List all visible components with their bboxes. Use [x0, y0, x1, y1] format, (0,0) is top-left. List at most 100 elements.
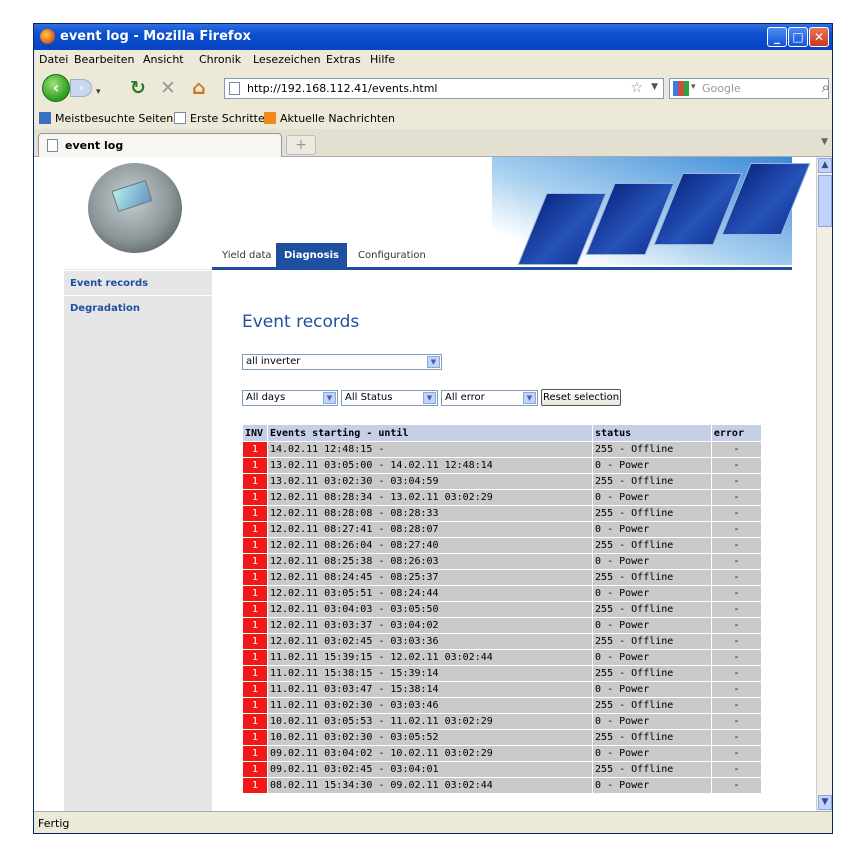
- home-icon[interactable]: ⌂: [192, 77, 206, 99]
- error-cell: -: [710, 729, 763, 746]
- status-cell: 0 - Power: [592, 617, 712, 634]
- table-row: 1 09.02.11 03:02:45 - 03:04:01 255 - Offli…: [242, 761, 763, 778]
- event-time-cell: 12.02.11 08:27:41 - 08:28:07: [266, 521, 594, 538]
- tab-bar: event log + ▼: [34, 129, 832, 157]
- search-engine-dropdown-icon[interactable]: ▾: [691, 82, 696, 92]
- select-value: all inverter: [246, 356, 301, 367]
- chevron-down-icon: ▼: [423, 392, 436, 404]
- back-button[interactable]: ‹: [42, 74, 70, 102]
- status-cell: 255 - Offline: [592, 505, 712, 522]
- menu-bearbeiten[interactable]: Bearbeiten: [74, 53, 134, 66]
- scroll-down-arrow[interactable]: ▼: [818, 795, 832, 810]
- error-cell: -: [710, 489, 763, 506]
- forward-button[interactable]: ›: [70, 79, 92, 97]
- error-cell: -: [710, 777, 763, 794]
- sidebar-item-event-records[interactable]: Event records: [70, 278, 148, 289]
- error-cell: -: [710, 633, 763, 650]
- error-cell: -: [710, 505, 763, 522]
- stop-icon[interactable]: ✕: [160, 77, 176, 99]
- error-cell: -: [710, 713, 763, 730]
- table-row: 1 14.02.11 12:48:15 -255 - Offline -: [242, 441, 763, 458]
- navigation-toolbar: ‹ › ▾ ↻ ✕ ⌂ http://192.168.112.41/events…: [34, 69, 832, 107]
- table-row: 1 11.02.11 03:03:47 - 15:38:14 0 - Power -: [242, 681, 763, 698]
- tab-list-icon[interactable]: ▼: [821, 137, 828, 147]
- history-dropdown-icon[interactable]: ▾: [96, 81, 101, 103]
- status-cell: 0 - Power: [592, 777, 712, 794]
- scroll-thumb[interactable]: [818, 175, 832, 227]
- status-cell: 255 - Offline: [592, 441, 712, 458]
- menu-lesezeichen[interactable]: Lesezeichen: [253, 53, 321, 66]
- window-title: event log - Mozilla Firefox: [60, 29, 251, 44]
- error-cell: -: [710, 649, 763, 666]
- menu-extras[interactable]: Extras: [326, 53, 361, 66]
- table-row: 1 13.02.11 03:02:30 - 03:04:59 255 - Offli…: [242, 473, 763, 490]
- url-text: http://192.168.112.41/events.html: [247, 82, 438, 95]
- new-tab-button[interactable]: +: [286, 135, 316, 155]
- status-cell: 0 - Power: [592, 713, 712, 730]
- tab-event-log[interactable]: event log: [38, 133, 282, 157]
- page-icon: [174, 112, 186, 124]
- status-select[interactable]: All Status ▼: [341, 390, 438, 406]
- event-time-cell: 12.02.11 08:25:38 - 08:26:03: [266, 553, 594, 570]
- bookmark-label: Erste Schritte: [190, 112, 265, 125]
- vertical-scrollbar[interactable]: ▲ ▼: [816, 157, 832, 811]
- table-row: 1 12.02.11 03:02:45 - 03:03:36 255 - Offli…: [242, 633, 763, 650]
- search-icon[interactable]: ⌕: [822, 78, 830, 96]
- event-time-cell: 12.02.11 08:26:04 - 08:27:40: [266, 537, 594, 554]
- bookmarks-toolbar: Meistbesuchte Seiten Erste Schritte Aktu…: [34, 107, 832, 129]
- url-dropdown-icon[interactable]: ▼: [651, 82, 658, 92]
- error-cell: -: [710, 665, 763, 682]
- sidebar-item-degradation[interactable]: Degradation: [70, 303, 140, 314]
- maximize-button[interactable]: □: [788, 27, 808, 47]
- bookmark-news[interactable]: Aktuelle Nachrichten: [264, 112, 395, 125]
- col-status: status: [592, 424, 712, 442]
- table-row: 1 10.02.11 03:05:53 - 11.02.11 03:02:29 0 …: [242, 713, 763, 730]
- inv-cell: 1: [242, 601, 268, 618]
- error-cell: -: [710, 553, 763, 570]
- table-row: 1 12.02.11 08:28:34 - 13.02.11 03:02:29 0 …: [242, 489, 763, 506]
- close-button[interactable]: ✕: [809, 27, 829, 47]
- status-text: Fertig: [38, 817, 70, 830]
- google-icon[interactable]: [673, 81, 689, 96]
- event-time-cell: 11.02.11 03:02:30 - 03:03:46: [266, 697, 594, 714]
- error-cell: -: [710, 761, 763, 778]
- table-row: 1 11.02.11 03:02:30 - 03:03:46 255 - Offli…: [242, 697, 763, 714]
- rss-icon: [264, 112, 276, 124]
- minimize-button[interactable]: _: [767, 27, 787, 47]
- status-cell: 0 - Power: [592, 681, 712, 698]
- error-select[interactable]: All error ▼: [441, 390, 538, 406]
- event-time-cell: 12.02.11 08:28:34 - 13.02.11 03:02:29: [266, 489, 594, 506]
- menu-hilfe[interactable]: Hilfe: [370, 53, 395, 66]
- menu-chronik[interactable]: Chronik: [199, 53, 241, 66]
- page-title: Event records: [242, 312, 360, 332]
- event-time-cell: 12.02.11 03:05:51 - 08:24:44: [266, 585, 594, 602]
- reset-selection-button[interactable]: Reset selection: [541, 389, 621, 406]
- days-select[interactable]: All days ▼: [242, 390, 338, 406]
- event-time-cell: 09.02.11 03:02:45 - 03:04:01: [266, 761, 594, 778]
- address-bar[interactable]: http://192.168.112.41/events.html ☆ ▼: [224, 78, 664, 99]
- table-row: 1 12.02.11 08:24:45 - 08:25:37 255 - Offli…: [242, 569, 763, 586]
- table-row: 1 09.02.11 03:04:02 - 10.02.11 03:02:29 0 …: [242, 745, 763, 762]
- bookmark-most-visited[interactable]: Meistbesuchte Seiten: [39, 112, 173, 125]
- menu-ansicht[interactable]: Ansicht: [143, 53, 184, 66]
- tab-configuration[interactable]: Configuration: [350, 243, 434, 268]
- bookmark-star-icon[interactable]: ☆: [630, 80, 643, 96]
- table-row: 1 12.02.11 08:26:04 - 08:27:40 255 - Offli…: [242, 537, 763, 554]
- col-inv: INV: [242, 424, 268, 442]
- left-column: Event records Degradation: [64, 157, 212, 811]
- tab-diagnosis[interactable]: Diagnosis: [276, 243, 347, 268]
- error-cell: -: [710, 521, 763, 538]
- scroll-up-arrow[interactable]: ▲: [818, 158, 832, 173]
- page-icon: [47, 139, 58, 152]
- menu-datei[interactable]: Datei: [39, 53, 68, 66]
- reload-icon[interactable]: ↻: [130, 77, 146, 99]
- bookmark-first-steps[interactable]: Erste Schritte: [174, 112, 265, 125]
- search-box[interactable]: ▾ Google ⌕: [669, 78, 830, 99]
- title-bar[interactable]: event log - Mozilla Firefox _ □ ✕: [34, 24, 832, 50]
- tab-yield-data[interactable]: Yield data: [214, 243, 280, 268]
- table-row: 1 12.02.11 03:04:03 - 03:05:50 255 - Offli…: [242, 601, 763, 618]
- table-row: 1 08.02.11 15:34:30 - 09.02.11 03:02:44 0 …: [242, 777, 763, 794]
- event-time-cell: 11.02.11 15:38:15 - 15:39:14: [266, 665, 594, 682]
- inverter-select[interactable]: all inverter ▼: [242, 354, 442, 370]
- status-bar: Fertig: [34, 811, 832, 833]
